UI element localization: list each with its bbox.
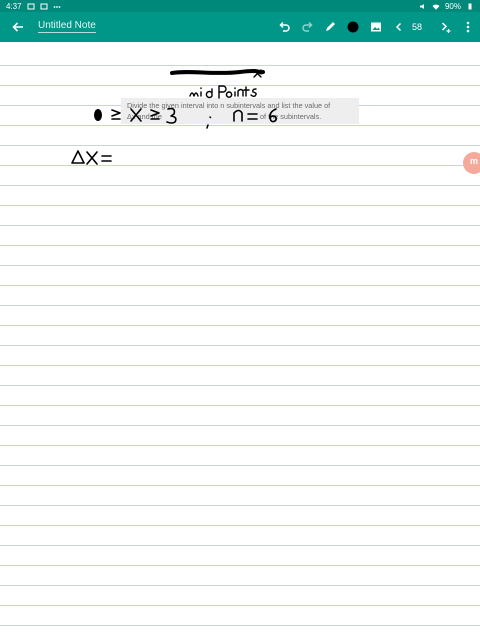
previous-page-button[interactable] (387, 12, 411, 42)
handwritten-n-value (233, 108, 278, 123)
note-canvas[interactable]: Divide the given interval into n subinte… (0, 42, 480, 640)
toolbar: Untitled Note 58 (0, 12, 480, 42)
side-tab-label: m (469, 156, 478, 166)
undo-button[interactable] (272, 12, 296, 42)
mute-icon (419, 3, 424, 9)
next-page-button[interactable] (434, 12, 458, 42)
redo-icon (302, 21, 313, 32)
back-arrow-icon (12, 22, 23, 32)
insert-image-button[interactable] (364, 12, 388, 42)
more-notifications-icon (53, 5, 60, 8)
wifi-icon (432, 4, 440, 10)
image-icon (371, 22, 381, 32)
handwritten-correction (189, 85, 257, 99)
color-picker-button[interactable] (341, 12, 365, 42)
notification-icon (27, 3, 35, 9)
pen-tool-button[interactable] (318, 12, 342, 42)
back-button[interactable] (6, 12, 30, 42)
more-icon (466, 21, 470, 33)
strike-out-scribble (170, 69, 265, 75)
redo-button[interactable] (296, 12, 320, 42)
note-title[interactable]: Untitled Note (38, 20, 96, 33)
handwritten-delta-x (71, 150, 112, 165)
battery-icon (468, 3, 472, 9)
handwritten-interval (94, 107, 177, 124)
separator-mark (206, 116, 212, 129)
notification-icon (40, 3, 48, 9)
status-time: 4:37 (6, 1, 22, 11)
battery-level: 90% (444, 1, 461, 11)
more-options-button[interactable] (456, 12, 480, 42)
page-number: 58 (412, 22, 423, 32)
status-bar: 4:37 90% (0, 0, 480, 12)
prev-page-icon (395, 22, 402, 32)
next-page-add-icon (441, 22, 451, 33)
pen-icon (326, 22, 335, 31)
undo-icon (279, 21, 290, 32)
handwriting-layer (71, 69, 278, 165)
color-swatch-icon (347, 21, 359, 33)
side-tab-button[interactable]: m (463, 152, 480, 174)
